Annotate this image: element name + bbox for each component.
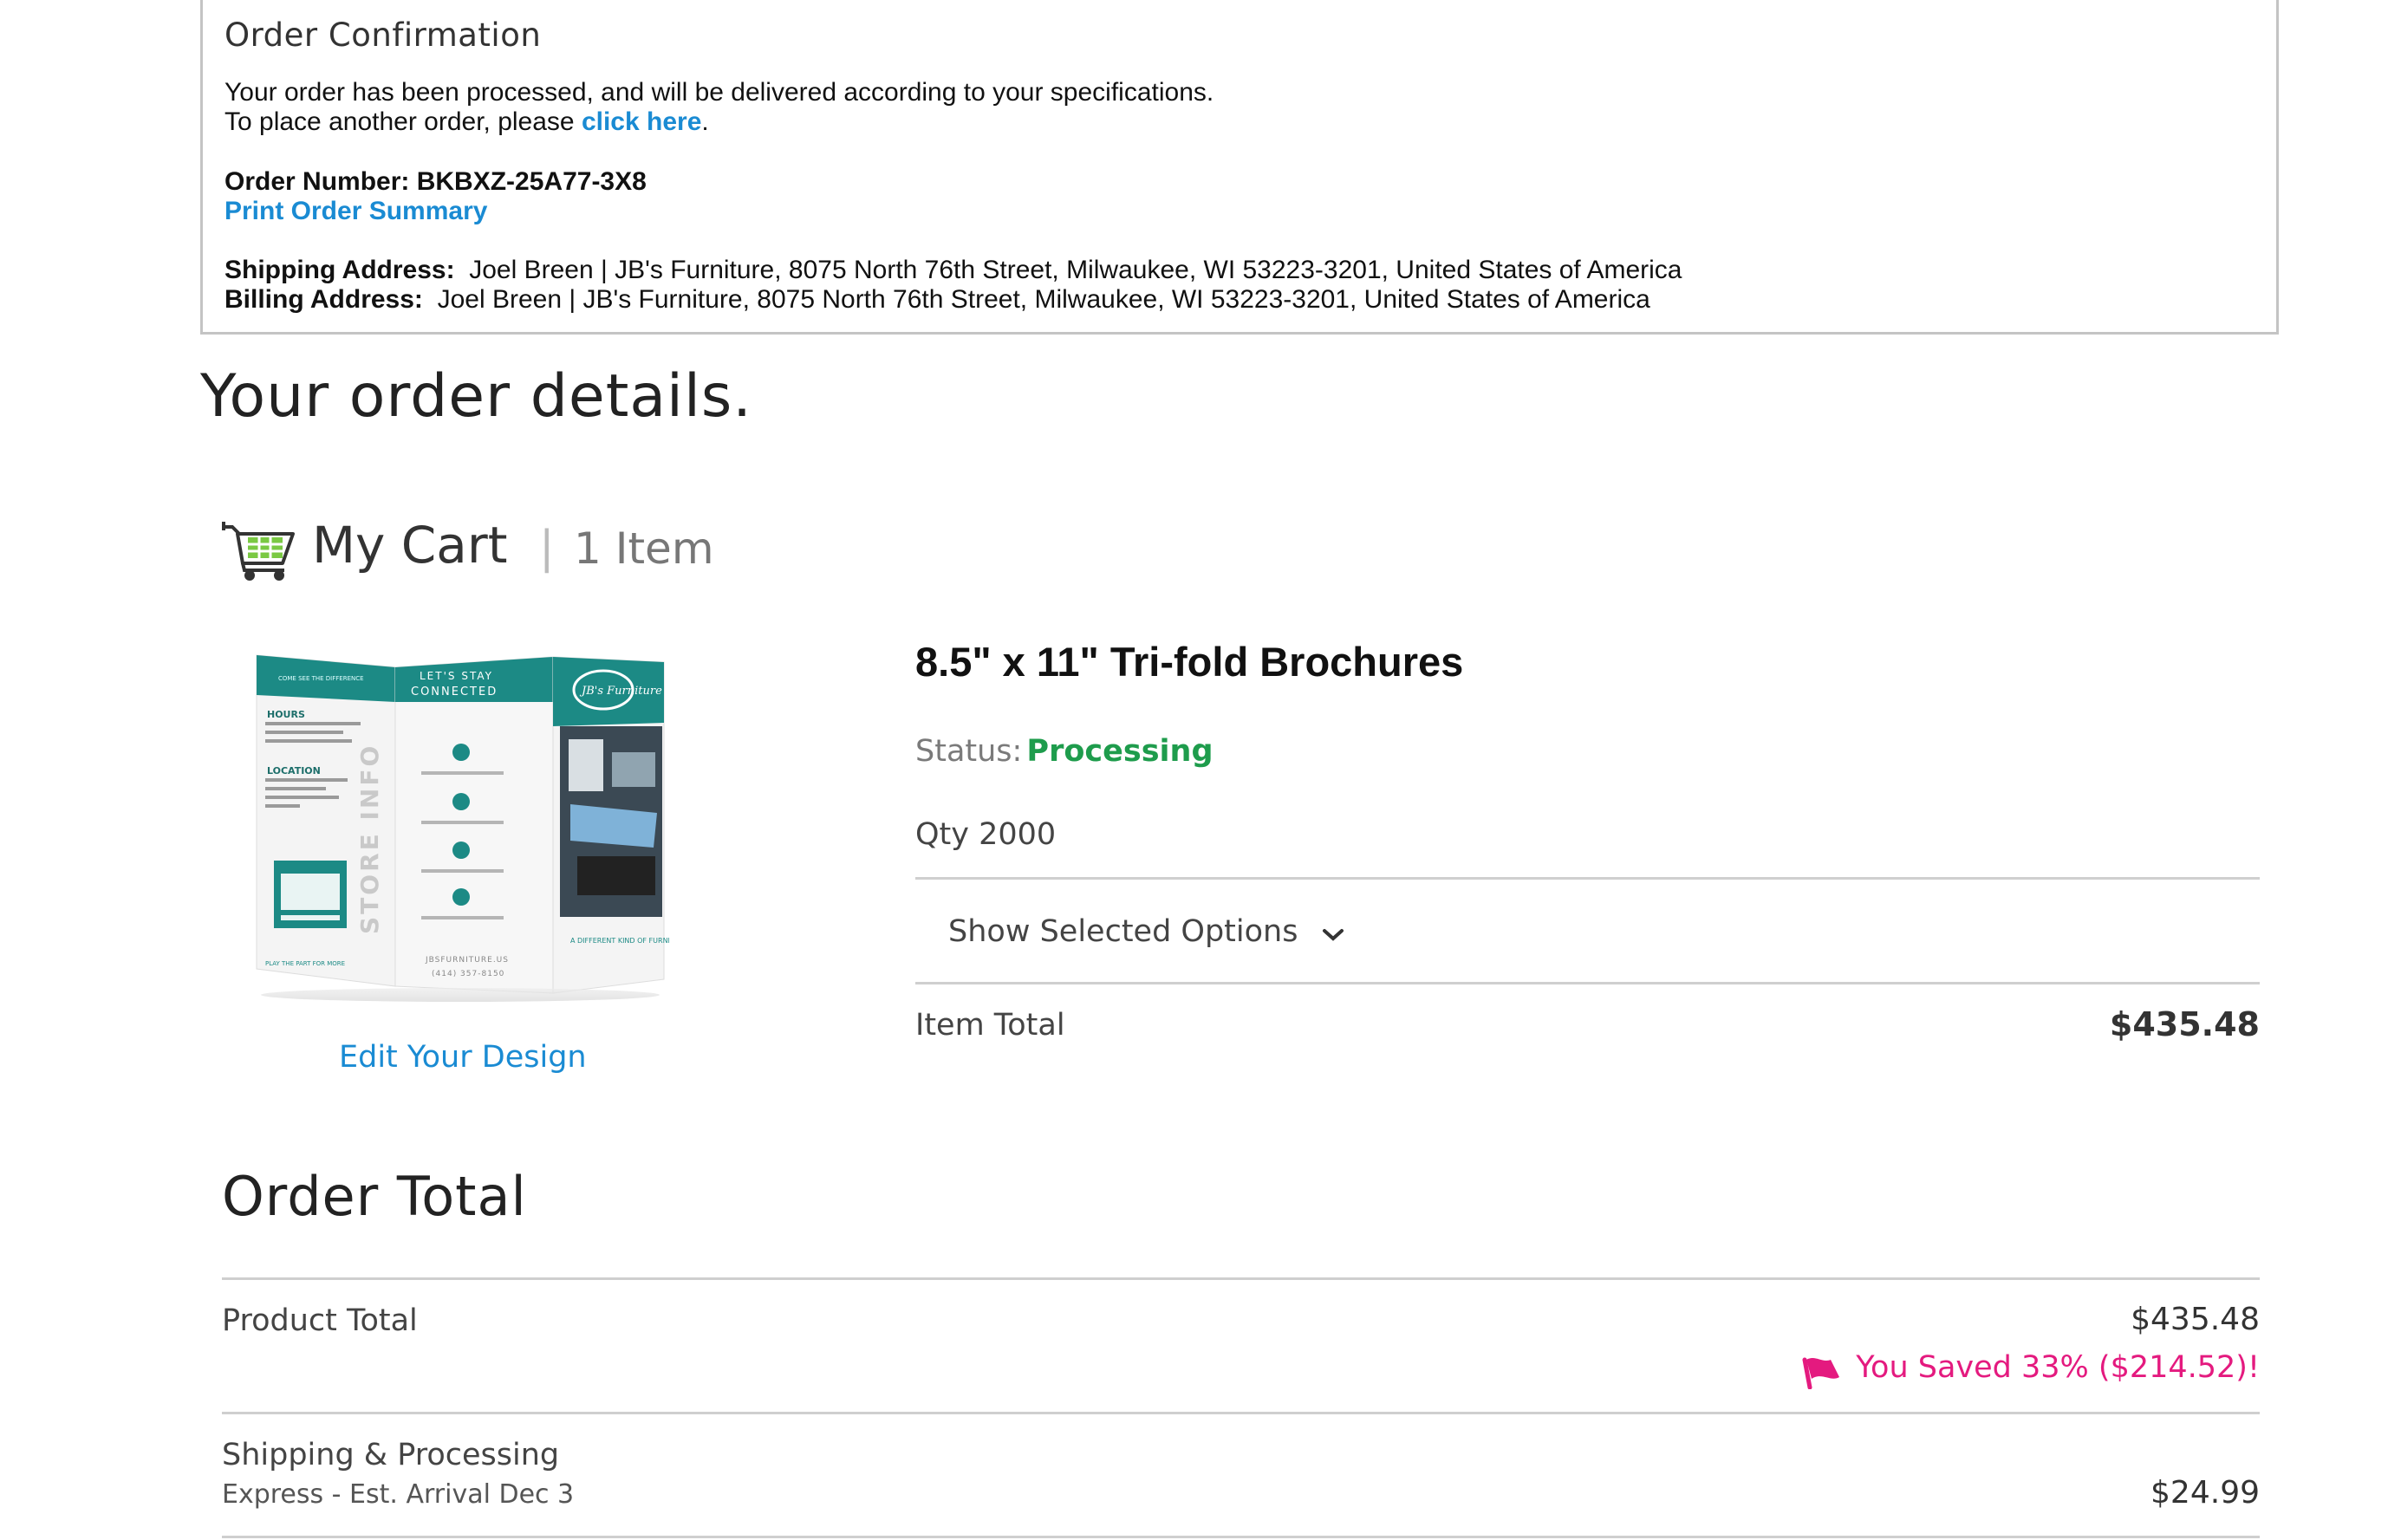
brochure-thumbnail: HOURS LOCATION COME SEE THE DIFFERENCE P…	[248, 640, 714, 1004]
item-total-price: $435.48	[2109, 1005, 2260, 1043]
product-total-label: Product Total	[222, 1303, 418, 1338]
order-total-heading: Order Total	[222, 1165, 527, 1228]
my-cart-title: My Cart	[312, 516, 508, 575]
cart-separator: |	[539, 522, 555, 574]
divider	[222, 1277, 2260, 1280]
shipping-address: Shipping Address: Joel Breen | JB's Furn…	[224, 256, 1682, 284]
thumb-store-info: STORE INFO	[355, 744, 384, 934]
shipping-label: Shipping & Processing	[222, 1438, 560, 1472]
billing-address: Billing Address: Joel Breen | JB's Furni…	[224, 285, 1650, 314]
divider	[222, 1536, 2260, 1538]
edit-your-design-link[interactable]: Edit Your Design	[339, 1040, 587, 1075]
click-here-link[interactable]: click here	[582, 107, 701, 136]
thumb-location: LOCATION	[267, 765, 321, 776]
svg-text:CONNECTED: CONNECTED	[411, 686, 498, 699]
divider	[915, 982, 2260, 984]
flag-icon	[1799, 1355, 1843, 1393]
status-value: Processing	[1026, 734, 1214, 769]
item-total-label: Item Total	[915, 1008, 1065, 1043]
order-details-heading: Your order details.	[200, 362, 752, 431]
thumb-panel1-top: COME SEE THE DIFFERENCE	[278, 675, 364, 682]
product-total-price: $435.48	[2131, 1302, 2260, 1337]
place-another-order-line: To place another order, please click her…	[224, 107, 709, 136]
chevron-down-icon	[1322, 915, 1344, 950]
thumb-hours: HOURS	[267, 709, 305, 720]
order-confirmation-panel: Order Confirmation Your order has been p…	[200, 0, 2279, 335]
thumb-brand: JB's Furniture	[579, 685, 662, 698]
quantity: Qty 2000	[915, 817, 1057, 852]
order-status: Status: Processing	[915, 734, 1214, 769]
thumb-phone: (414) 357-8150	[432, 970, 504, 978]
shopping-cart-icon	[220, 522, 300, 582]
divider	[222, 1412, 2260, 1414]
confirmation-title: Order Confirmation	[224, 16, 542, 54]
print-order-summary-link[interactable]: Print Order Summary	[224, 197, 487, 225]
shipping-price: $24.99	[2151, 1475, 2260, 1511]
cart-item-count: 1 Item	[574, 523, 714, 574]
thumb-tagline: A DIFFERENT KIND OF FURNITURE STORE	[570, 937, 669, 945]
order-number: Order Number: BKBXZ-25A77-3X8	[224, 167, 647, 196]
thumb-footer-left: PLAY THE PART FOR MORE	[265, 960, 345, 967]
thumb-web: JBSFURNITURE.US	[425, 956, 509, 965]
divider	[915, 877, 2260, 880]
shipping-method: Express - Est. Arrival Dec 3	[222, 1479, 575, 1510]
show-selected-options-toggle[interactable]: Show Selected Options	[948, 914, 1344, 950]
savings-message: You Saved 33% ($214.52)!	[1799, 1350, 2260, 1393]
thumb-panel2-title: LET'S STAY	[420, 670, 493, 682]
product-name: 8.5" x 11" Tri-fold Brochures	[915, 639, 1464, 685]
confirmation-message: Your order has been processed, and will …	[224, 78, 1214, 107]
